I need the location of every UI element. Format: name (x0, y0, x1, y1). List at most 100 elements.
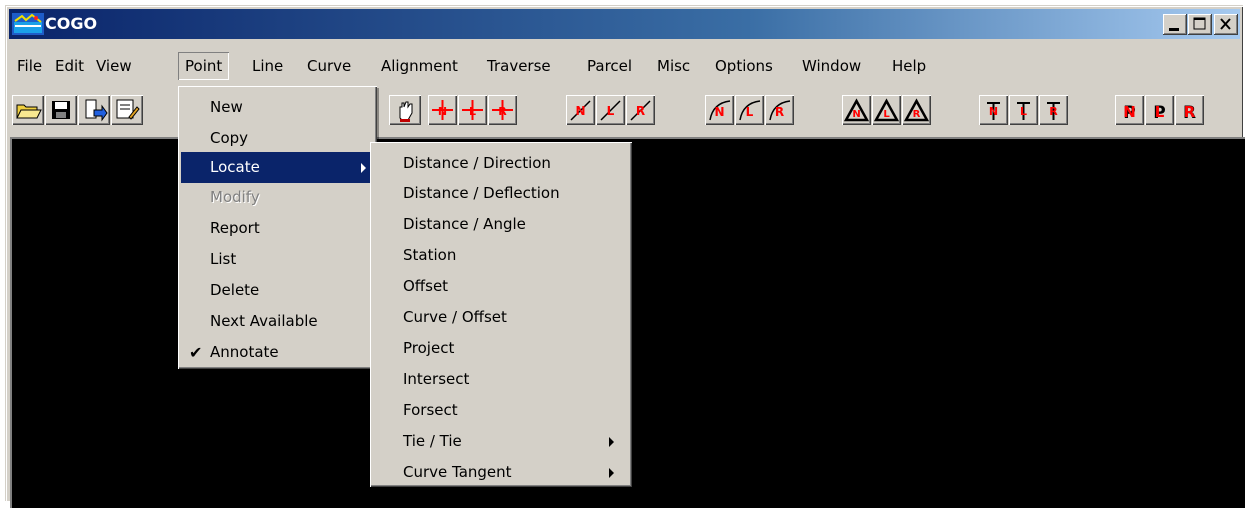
locate-distance-deflection-label: Distance / Deflection (403, 184, 560, 202)
parcel-r-button[interactable]: RR (1175, 95, 1204, 125)
title-bar[interactable]: COGO (9, 9, 1240, 39)
point-menu-annotate-label: Annotate (210, 343, 279, 361)
point-menu-annotate[interactable]: ✔ Annotate (181, 337, 374, 368)
open-button[interactable] (12, 95, 44, 125)
close-icon (1220, 18, 1231, 30)
locate-distance-direction-label: Distance / Direction (403, 154, 551, 172)
svg-text:L: L (883, 109, 890, 120)
point-menu-report-label: Report (210, 219, 260, 237)
line-n-icon: N (570, 100, 591, 121)
svg-text:N: N (438, 105, 447, 118)
point-menu-report[interactable]: Report (181, 213, 374, 244)
line-r-button[interactable]: R (626, 95, 655, 125)
locate-station[interactable]: Station (373, 240, 629, 271)
line-l-button[interactable]: L (596, 95, 625, 125)
line-l-icon: L (600, 100, 621, 121)
svg-text:L: L (1020, 105, 1027, 118)
locate-station-label: Station (403, 246, 457, 264)
menu-edit[interactable]: Edit (55, 52, 84, 80)
save-icon (52, 101, 70, 119)
svg-text:R: R (498, 105, 507, 118)
traverse-n-button[interactable]: N (979, 95, 1008, 125)
svg-text:L: L (1155, 103, 1165, 121)
locate-offset-label: Offset (403, 277, 449, 295)
edit-document-icon (116, 99, 140, 120)
locate-distance-angle[interactable]: Distance / Angle (373, 209, 629, 240)
traverse-l-icon: L (1017, 102, 1030, 120)
menu-parcel[interactable]: Parcel (587, 52, 632, 80)
point-l-button[interactable]: L (458, 95, 487, 125)
traverse-l-button[interactable]: L (1009, 95, 1038, 125)
triangle-r-button[interactable]: R (902, 95, 931, 125)
point-menu-list[interactable]: List (181, 244, 374, 275)
triangle-l-icon: L (873, 98, 900, 122)
locate-offset[interactable]: Offset (373, 271, 629, 302)
menu-line[interactable]: Line (252, 52, 283, 80)
point-menu-new-label: New (210, 98, 243, 116)
menu-options[interactable]: Options (715, 52, 773, 80)
save-button[interactable] (45, 95, 77, 125)
parcel-r-icon: RR (1183, 103, 1196, 123)
maximize-icon (1193, 17, 1206, 30)
locate-curve-offset-label: Curve / Offset (403, 308, 507, 326)
triangle-l-button[interactable]: L (872, 95, 901, 125)
triangle-n-button[interactable]: N (842, 95, 871, 125)
curve-n-button[interactable]: N (705, 95, 734, 125)
locate-distance-direction[interactable]: Distance / Direction (373, 148, 629, 179)
svg-text:L: L (607, 104, 615, 118)
menu-help[interactable]: Help (892, 52, 926, 80)
pan-hand-icon (399, 101, 413, 122)
locate-project[interactable]: Project (373, 333, 629, 364)
window-title: COGO (45, 14, 98, 33)
close-button[interactable] (1214, 14, 1238, 35)
point-r-button[interactable]: R (488, 95, 517, 125)
parcel-n-icon: PN (1123, 103, 1136, 123)
line-r-icon: R (630, 100, 651, 121)
point-menu-modify: Modify (181, 182, 374, 213)
point-menu-new[interactable]: New (181, 92, 374, 123)
point-menu-next-available[interactable]: Next Available (181, 306, 374, 337)
svg-text:N: N (852, 109, 860, 120)
curve-n-icon: N (709, 100, 731, 121)
locate-tie-tie-label: Tie / Tie (403, 432, 462, 450)
menu-curve[interactable]: Curve (307, 52, 351, 80)
point-menu-copy[interactable]: Copy (181, 123, 374, 154)
menu-alignment[interactable]: Alignment (381, 52, 458, 80)
locate-tie-tie[interactable]: Tie / Tie (373, 426, 629, 457)
point-r-icon: R (492, 100, 513, 120)
submenu-arrow-icon (609, 468, 614, 478)
locate-submenu: Distance / Direction Distance / Deflecti… (370, 142, 632, 487)
pan-button[interactable] (389, 95, 421, 125)
locate-curve-offset[interactable]: Curve / Offset (373, 302, 629, 333)
import-icon (85, 99, 108, 122)
locate-distance-deflection[interactable]: Distance / Deflection (373, 178, 629, 209)
point-menu-copy-label: Copy (210, 129, 249, 147)
curve-l-button[interactable]: L (735, 95, 764, 125)
menu-view[interactable]: View (96, 52, 132, 80)
menu-file[interactable]: File (17, 52, 42, 80)
menu-point[interactable]: Point (178, 52, 229, 80)
minimize-button[interactable] (1163, 14, 1187, 35)
locate-forsect[interactable]: Forsect (373, 395, 629, 426)
line-n-button[interactable]: N (566, 95, 595, 125)
parcel-l-button[interactable]: PL (1145, 95, 1174, 125)
point-n-button[interactable]: N (428, 95, 457, 125)
parcel-l-icon: PL (1153, 103, 1165, 123)
menu-traverse[interactable]: Traverse (487, 52, 551, 80)
checkmark-icon: ✔ (189, 343, 203, 362)
traverse-r-icon: R (1047, 102, 1060, 120)
parcel-n-button[interactable]: PN (1115, 95, 1144, 125)
locate-intersect[interactable]: Intersect (373, 364, 629, 395)
curve-r-button[interactable]: R (765, 95, 794, 125)
import-button[interactable] (78, 95, 110, 125)
point-menu-locate[interactable]: Locate (181, 152, 374, 183)
locate-curve-tangent-label: Curve Tangent (403, 463, 512, 481)
point-menu-delete[interactable]: Delete (181, 275, 374, 306)
locate-curve-tangent[interactable]: Curve Tangent (373, 457, 629, 488)
menu-misc[interactable]: Misc (657, 52, 690, 80)
menu-bar: File Edit View Point Line Curve Alignmen… (9, 52, 1240, 80)
menu-window[interactable]: Window (802, 52, 861, 80)
traverse-r-button[interactable]: R (1039, 95, 1068, 125)
maximize-button[interactable] (1188, 14, 1212, 35)
edit-document-button[interactable] (111, 95, 143, 125)
